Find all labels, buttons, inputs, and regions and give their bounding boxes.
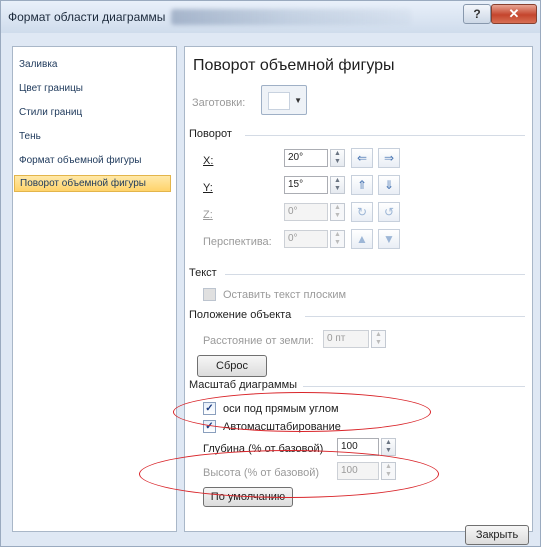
format-chart-area-dialog: Формат области диаграммы ? ✕ Заливка Цве… (0, 0, 541, 547)
distance-input[interactable]: 0 пт (323, 330, 369, 348)
rotate-left-icon[interactable]: ⇐ (351, 148, 373, 168)
narrow-perspective-icon[interactable]: ▲ (351, 229, 373, 249)
y-rotation-stepper[interactable]: ▲ ▼ (330, 176, 345, 194)
z-rotation-input[interactable]: 0° (284, 203, 328, 221)
text-section-title: Текст (189, 267, 217, 279)
close-button[interactable]: Закрыть (465, 525, 529, 545)
nav-item-border-styles[interactable]: Стили границ (19, 107, 82, 118)
rotate-counterclockwise-icon[interactable]: ↺ (378, 202, 400, 222)
panel-heading: Поворот объемной фигуры (193, 57, 395, 74)
rotate-right-icon[interactable]: ⇒ (378, 148, 400, 168)
position-section-title: Положение объекта (189, 309, 292, 321)
nav-item-3d-format[interactable]: Формат объемной фигуры (19, 155, 142, 166)
rotate-up-icon[interactable]: ⇑ (351, 175, 373, 195)
chart-scale-section-title: Масштаб диаграммы (189, 379, 298, 391)
widen-perspective-icon[interactable]: ▼ (378, 229, 400, 249)
keep-text-flat-checkbox[interactable] (203, 288, 216, 301)
x-rotation-input[interactable]: 20° (284, 149, 328, 167)
perspective-stepper[interactable]: ▲ ▼ (330, 230, 345, 248)
depth-stepper[interactable]: ▲ ▼ (381, 438, 396, 456)
reset-button[interactable]: Сброс (197, 355, 267, 377)
separator (245, 135, 525, 136)
distance-stepper[interactable]: ▲ ▼ (371, 330, 386, 348)
rotate-clockwise-icon[interactable]: ↻ (351, 202, 373, 222)
dialog-title: Формат области диаграммы (8, 10, 166, 24)
nav-item-fill[interactable]: Заливка (19, 59, 58, 70)
rotation-section-title: Поворот (189, 128, 232, 140)
y-rotation-input[interactable]: 15° (284, 176, 328, 194)
annotation-ellipse (173, 392, 431, 432)
close-window-button[interactable]: ✕ (491, 4, 537, 24)
nav-item-shadow[interactable]: Тень (19, 131, 41, 142)
presets-label: Заготовки: (192, 97, 246, 109)
distance-label: Расстояние от земли: (203, 335, 314, 347)
presets-dropdown[interactable]: ▼ (261, 85, 307, 115)
help-button[interactable]: ? (463, 4, 491, 24)
perspective-input[interactable]: 0° (284, 230, 328, 248)
category-list: Заливка Цвет границы Стили границ Тень Ф… (12, 46, 177, 532)
preset-preview (268, 92, 290, 110)
z-rotation-stepper[interactable]: ▲ ▼ (330, 203, 345, 221)
x-rotation-stepper[interactable]: ▲ ▼ (330, 149, 345, 167)
separator (225, 274, 525, 275)
keep-text-flat-label: Оставить текст плоским (223, 289, 347, 301)
rotate-down-icon[interactable]: ⇓ (378, 175, 400, 195)
y-label: Y: (203, 182, 213, 194)
title-bar: Формат области диаграммы ? ✕ (1, 1, 540, 33)
nav-item-border-color[interactable]: Цвет границы (19, 83, 83, 94)
separator (303, 386, 525, 387)
x-label: X: (203, 155, 214, 167)
z-label: Z: (203, 209, 213, 221)
chevron-down-icon: ▼ (294, 96, 302, 105)
separator (305, 316, 525, 317)
blurred-background-title (171, 9, 411, 25)
perspective-label: Перспектива: (203, 236, 272, 248)
annotation-ellipse (139, 450, 439, 498)
nav-item-3d-rotation[interactable]: Поворот объемной фигуры (14, 175, 171, 192)
